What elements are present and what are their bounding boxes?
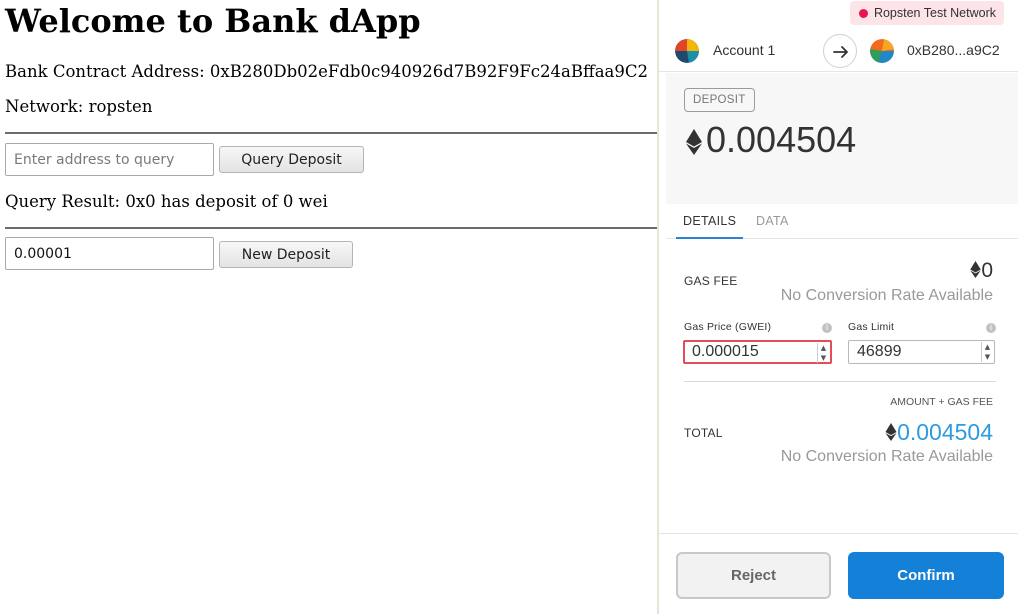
network-status-dot: [858, 9, 868, 18]
deposit-amount-input[interactable]: [5, 237, 214, 270]
tab-data[interactable]: DATA: [756, 204, 789, 239]
gas-limit-label: Gas Limit: [848, 321, 895, 333]
confirm-button[interactable]: Confirm: [848, 552, 1004, 599]
transfer-arrow: [823, 34, 857, 68]
from-account-name: Account 1: [713, 42, 776, 58]
new-deposit-button[interactable]: New Deposit: [219, 241, 353, 268]
page-title: Welcome to Bank dApp: [5, 2, 421, 40]
total-label: TOTAL: [684, 426, 723, 440]
to-account-avatar: [870, 39, 894, 63]
network-label: Ropsten Test Network: [873, 6, 996, 20]
query-deposit-button[interactable]: Query Deposit: [219, 146, 364, 173]
to-account-address: 0xB280...a9C2: [907, 42, 1000, 58]
amount-value: 0.004504: [706, 119, 857, 160]
gas-price-spinner[interactable]: ▲ ▼: [817, 343, 829, 363]
gas-price-label: Gas Price (GWEI): [684, 321, 772, 333]
transaction-amount: 0.004504: [686, 119, 856, 161]
ethereum-icon: [970, 261, 982, 278]
details-tabs: DETAILS DATA: [666, 204, 1018, 239]
total-value: 0.004504: [885, 419, 993, 446]
dapp-page: Welcome to Bank dApp Bank Contract Addre…: [0, 0, 660, 614]
contract-address-text: Bank Contract Address: 0xB280Db02eFdb0c9…: [5, 62, 648, 81]
divider: [684, 381, 996, 382]
total-conversion: No Conversion Rate Available: [780, 448, 993, 465]
gas-limit-input[interactable]: 46899 ▲ ▼: [848, 340, 995, 364]
gas-fee-amount: 0: [981, 259, 993, 282]
action-tag: DEPOSIT: [684, 88, 755, 112]
info-icon: i: [986, 323, 996, 333]
ethereum-icon: [686, 129, 702, 155]
gas-fee-label: GAS FEE: [684, 274, 738, 288]
details-panel: GAS FEE 0 No Conversion Rate Available G…: [666, 239, 1018, 529]
arrow-right-icon: [833, 46, 848, 58]
gas-fee-value: 0: [970, 259, 993, 283]
summary-panel: DEPOSIT 0.004504: [666, 73, 1018, 204]
total-caption: AMOUNT + GAS FEE: [890, 396, 993, 408]
query-result-text: Query Result: 0x0 has deposit of 0 wei: [5, 192, 328, 211]
from-account-avatar: [675, 39, 699, 63]
divider: [5, 132, 660, 134]
total-amount: 0.004504: [897, 419, 993, 445]
gas-fee-conversion: No Conversion Rate Available: [780, 287, 993, 304]
action-footer: Reject Confirm: [659, 533, 1018, 614]
metamask-popup: Ropsten Test Network Account 1 0xB280...…: [657, 0, 1018, 614]
gas-price-value: 0.000015: [692, 343, 759, 360]
network-badge[interactable]: Ropsten Test Network: [849, 1, 1004, 25]
account-row: Account 1 0xB280...a9C2: [659, 30, 1018, 72]
reject-button[interactable]: Reject: [676, 552, 831, 599]
gas-limit-value: 46899: [857, 343, 902, 360]
ethereum-icon: [885, 423, 897, 441]
divider: [5, 227, 660, 229]
network-text: Network: ropsten: [5, 97, 153, 116]
gas-price-input[interactable]: 0.000015 ▲ ▼: [683, 340, 832, 364]
query-address-input[interactable]: [5, 143, 214, 176]
gas-limit-spinner[interactable]: ▲ ▼: [981, 342, 993, 362]
tab-details[interactable]: DETAILS: [676, 204, 744, 239]
info-icon: i: [822, 323, 832, 333]
